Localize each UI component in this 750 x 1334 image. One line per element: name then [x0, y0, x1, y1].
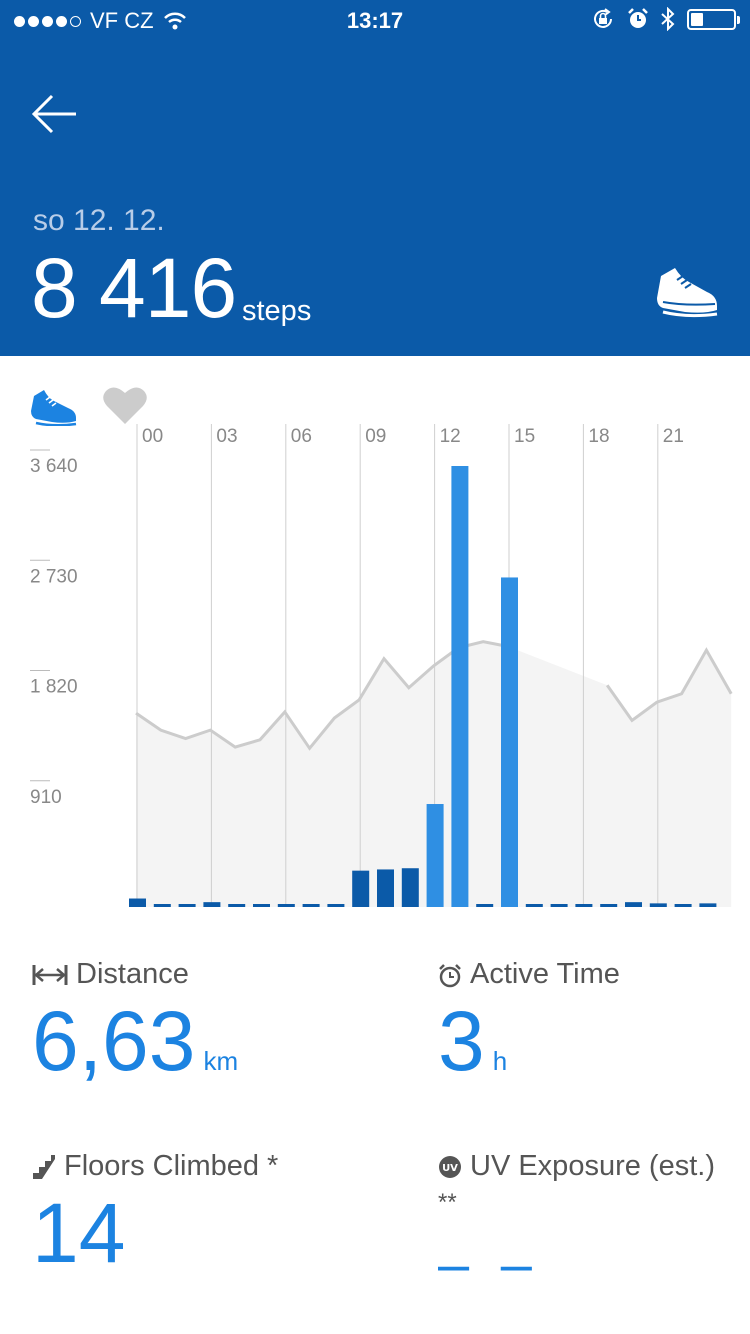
active-time-unit: h [492, 1046, 508, 1076]
bar-hour-18 [575, 904, 593, 907]
alarm-icon [628, 8, 648, 28]
distance-arrows-icon [32, 964, 68, 985]
uv-stat: UV UV Exposure (est.) ** – – [438, 1150, 715, 1296]
x-tick-label: 21 [663, 426, 684, 447]
y-tick-label: 1 820 [30, 677, 78, 698]
active-time-label: Active Time [470, 958, 620, 990]
y-tick-label: 3 640 [30, 456, 78, 477]
bar-hour-3 [203, 902, 221, 907]
bar-hour-22 [674, 904, 692, 907]
back-arrow-icon[interactable] [28, 88, 80, 140]
status-icons [591, 7, 740, 31]
bar-hour-14 [476, 904, 494, 907]
floors-label: Floors Climbed * [64, 1150, 279, 1182]
x-tick-label: 09 [365, 426, 386, 447]
uv-icon: UV [439, 1155, 461, 1178]
bar-hour-17 [550, 904, 568, 907]
bluetooth-icon [661, 7, 675, 31]
steps-count: 8 416 [31, 241, 237, 335]
shoe-icon [657, 268, 718, 318]
alarm-clock-icon [439, 963, 461, 987]
active-time-value: 3 [438, 994, 485, 1088]
bar-hour-4 [228, 904, 246, 907]
summary-header: VF CZ 13:17 so 12. 12. 8 416 steps [0, 0, 750, 356]
steps-unit: steps [242, 295, 312, 327]
bar-hour-20 [625, 902, 642, 907]
uv-footnote: ** [438, 1189, 457, 1216]
bar-hour-1 [153, 904, 171, 907]
battery-icon [687, 8, 740, 30]
bar-hour-7 [302, 904, 320, 907]
x-tick-label: 12 [440, 426, 461, 447]
distance-value: 6,63 [32, 994, 196, 1088]
bar-hour-10 [377, 869, 394, 907]
x-tick-label: 06 [291, 426, 312, 447]
bar-hour-23 [699, 903, 717, 907]
distance-unit: km [203, 1046, 239, 1076]
bar-hour-6 [277, 904, 295, 907]
stairs-icon [33, 1154, 55, 1179]
bar-hour-16 [525, 904, 543, 907]
active-time-stat: Active Time 3h [438, 958, 620, 1083]
steps-chart: 00 03 06 09 12 15 18 21 3 640 2 730 1 820 910 [30, 424, 733, 907]
battery-fill [691, 12, 704, 26]
y-tick-label: 910 [30, 787, 62, 808]
bar-hour-5 [253, 904, 270, 907]
distance-stat: Distance 6,63 km [32, 958, 238, 1083]
uv-label: UV Exposure (est.) [470, 1150, 715, 1182]
bar-hour-15 [501, 577, 518, 907]
bar-hour-2 [178, 904, 196, 907]
x-tick-label: 15 [514, 426, 535, 447]
bar-hour-12 [426, 804, 444, 907]
bar-hour-19 [600, 904, 618, 907]
rotation-lock-icon [594, 8, 612, 28]
bar-hour-0 [129, 898, 146, 907]
bar-hour-9 [352, 870, 370, 907]
date-label: so 12. 12. [33, 204, 165, 237]
floors-value: 14 [32, 1186, 126, 1280]
floors-stat: Floors Climbed * 14 [32, 1150, 278, 1275]
status-bar: VF CZ 13:17 [0, 0, 750, 40]
svg-text:UV: UV [442, 1163, 458, 1174]
bar-hour-11 [401, 868, 419, 907]
bar-hour-21 [649, 903, 667, 907]
bar-hour-13 [451, 466, 469, 907]
x-tick-label: 00 [142, 426, 163, 447]
x-tick-label: 18 [588, 426, 609, 447]
x-tick-label: 03 [216, 426, 237, 447]
distance-label: Distance [76, 958, 189, 990]
y-tick-label: 2 730 [30, 566, 78, 587]
uv-value: – – [438, 1232, 540, 1295]
bar-hour-8 [327, 904, 345, 907]
